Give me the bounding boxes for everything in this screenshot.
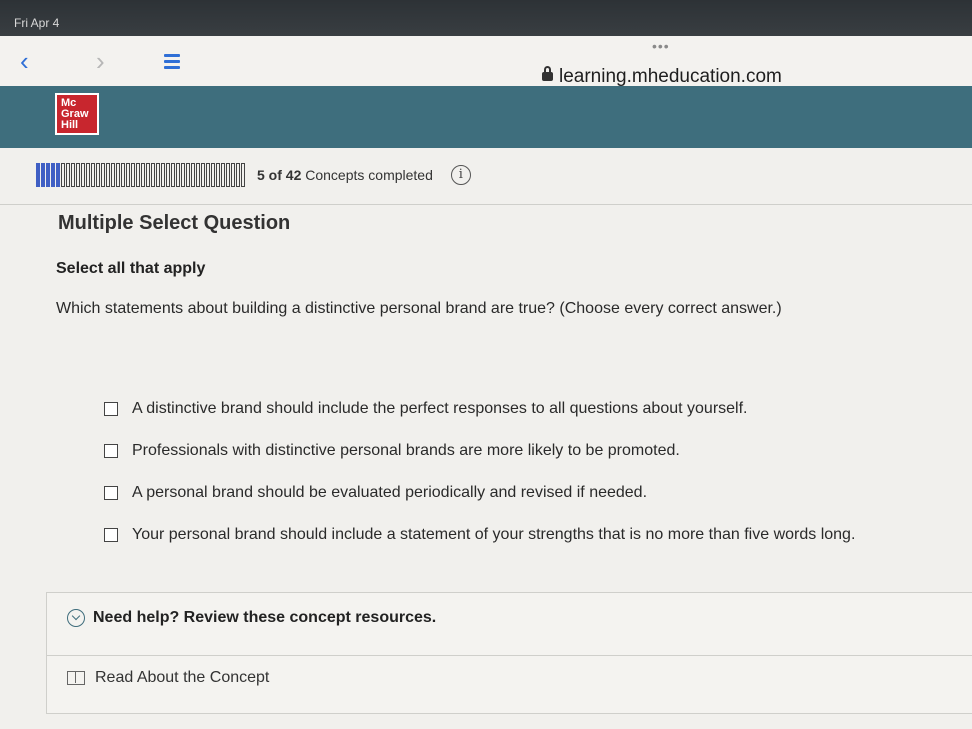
choice-label: A personal brand should be evaluated per… [132,484,648,501]
logo-line: Hill [61,119,79,131]
help-panel: Need help? Review these concept resource… [46,592,972,714]
progress-segment [141,163,145,187]
progress-segment [61,163,65,187]
checkbox[interactable] [104,444,118,458]
progress-segment [221,163,225,187]
checkbox[interactable] [104,402,118,416]
tab-menu-dots-icon[interactable]: ••• [652,38,670,54]
back-button[interactable]: ‹ [20,46,29,77]
progress-segment-complete [56,163,60,187]
progress-segment [76,163,80,187]
status-date: Fri Apr 4 [14,16,60,30]
book-icon [67,671,85,685]
answer-choice[interactable]: Your personal brand should include a sta… [104,514,855,556]
progress-segment [241,163,245,187]
progress-segment [171,163,175,187]
progress-segment [156,163,160,187]
progress-segment [211,163,215,187]
progress-bar [36,163,245,187]
progress-segment [136,163,140,187]
choice-label: A distinctive brand should include the p… [132,400,748,417]
progress-segment-complete [41,163,45,187]
progress-segment [101,163,105,187]
progress-label: 5 of 42 Concepts completed [257,167,433,183]
progress-segment [231,163,235,187]
choice-label: Professionals with distinctive personal … [132,442,680,459]
progress-segment [91,163,95,187]
answer-choice[interactable]: Professionals with distinctive personal … [104,430,855,472]
progress-suffix: Concepts completed [305,167,433,183]
checkbox[interactable] [104,486,118,500]
reader-icon[interactable] [164,54,180,72]
progress-segment [196,163,200,187]
mcgraw-hill-logo: Mc Graw Hill [55,93,99,135]
progress-indicator: 5 of 42 Concepts completed i [36,162,471,188]
progress-segment-complete [46,163,50,187]
help-toggle[interactable]: Need help? Review these concept resource… [67,609,436,627]
progress-segment [111,163,115,187]
progress-segment [176,163,180,187]
address-bar[interactable]: learning.mheducation.com [542,66,782,88]
read-about-concept-link[interactable]: Read About the Concept [67,669,269,687]
info-icon[interactable]: i [450,165,471,185]
progress-segment [191,163,195,187]
device-status-bar: Fri Apr 4 [0,0,972,40]
answer-choice[interactable]: A distinctive brand should include the p… [104,388,855,430]
divider [0,204,972,205]
divider [47,655,972,656]
checkbox[interactable] [104,528,118,542]
progress-segment [81,163,85,187]
progress-segment [121,163,125,187]
progress-segment [226,163,230,187]
progress-segment [236,163,240,187]
progress-segment [206,163,210,187]
progress-segment [201,163,205,187]
read-about-concept-label: Read About the Concept [95,669,270,686]
progress-segment [181,163,185,187]
answer-choice[interactable]: A personal brand should be evaluated per… [104,472,855,514]
question-type: Multiple Select Question [58,212,291,234]
progress-segment [126,163,130,187]
progress-segment [161,163,165,187]
progress-segment [216,163,220,187]
progress-segment [186,163,190,187]
progress-segment [106,163,110,187]
lock-icon [542,66,553,81]
progress-segment [131,163,135,187]
forward-button[interactable]: › [96,46,105,77]
progress-segment [71,163,75,187]
progress-segment [86,163,90,187]
help-toggle-label: Need help? Review these concept resource… [93,609,437,626]
url-text: learning.mheducation.com [559,66,782,87]
progress-segment [96,163,100,187]
progress-segment [146,163,150,187]
question-text: Which statements about building a distin… [56,300,782,317]
progress-segment [151,163,155,187]
progress-segment [116,163,120,187]
progress-segment [166,163,170,187]
choice-label: Your personal brand should include a sta… [132,526,856,543]
main-content: 5 of 42 Concepts completed i Multiple Se… [0,148,972,729]
question-instruction: Select all that apply [56,260,206,277]
progress-segment-complete [36,163,40,187]
answer-choices: A distinctive brand should include the p… [104,388,855,556]
progress-segment [66,163,70,187]
progress-count: 5 of 42 [257,167,302,183]
progress-segment-complete [51,163,55,187]
chevron-down-icon [67,609,85,627]
